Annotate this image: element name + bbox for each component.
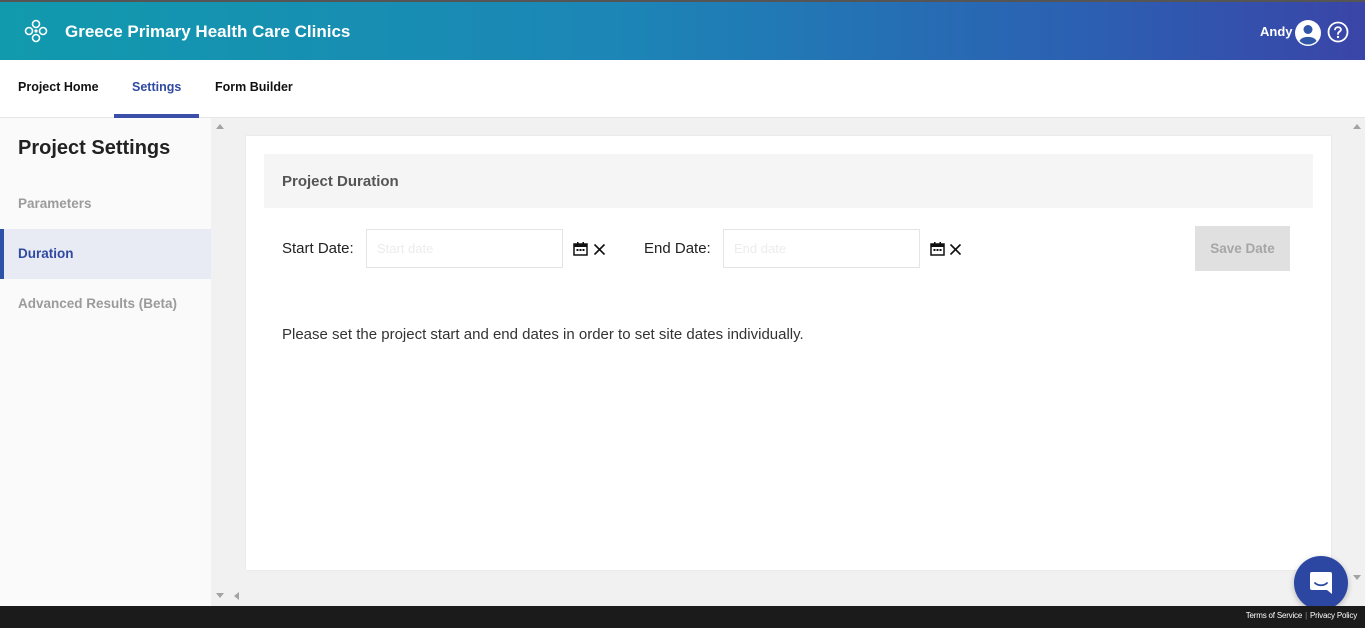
sidebar-title: Project Settings: [18, 137, 171, 159]
chat-button[interactable]: [1294, 556, 1348, 610]
user-avatar-icon[interactable]: [1294, 19, 1322, 47]
sidebar-item-parameters[interactable]: Parameters: [0, 179, 211, 229]
tab-settings[interactable]: Settings: [113, 60, 200, 118]
tab-form-builder[interactable]: Form Builder: [215, 60, 293, 118]
save-date-button[interactable]: Save Date: [1195, 226, 1290, 271]
privacy-link[interactable]: Privacy Policy: [1310, 611, 1357, 620]
settings-sidebar: Project Settings Parameters Duration Adv…: [0, 118, 211, 606]
clear-icon[interactable]: [593, 243, 606, 256]
end-date-input[interactable]: [723, 229, 920, 268]
user-name[interactable]: Andy: [1260, 24, 1293, 39]
horizontal-scrollbar[interactable]: [228, 588, 1348, 605]
terms-link[interactable]: Terms of Service: [1246, 611, 1303, 620]
sidebar-item-advanced-results[interactable]: Advanced Results (Beta): [0, 279, 211, 329]
project-duration-card: Project Duration Start Date: End Date: S…: [246, 136, 1331, 570]
app-title: Greece Primary Health Care Clinics: [65, 22, 351, 41]
sidebar-scrollbar[interactable]: [211, 118, 228, 606]
app-header: Greece Primary Health Care Clinics Andy: [0, 0, 1365, 60]
calendar-icon[interactable]: [573, 242, 588, 256]
card-header: Project Duration: [264, 154, 1313, 208]
logo-icon[interactable]: [22, 17, 50, 45]
calendar-icon[interactable]: [930, 242, 945, 256]
info-message: Please set the project start and end dat…: [282, 326, 804, 343]
help-icon[interactable]: [1327, 21, 1349, 43]
scroll-left-arrow-icon[interactable]: [234, 592, 239, 600]
scroll-up-arrow-icon[interactable]: [216, 124, 224, 129]
footer-links: Terms of Service | Privacy Policy: [1245, 611, 1357, 620]
footer: Terms of Service | Privacy Policy: [0, 606, 1365, 628]
section-title: Project Duration: [282, 173, 399, 190]
end-date-label: End Date:: [644, 240, 711, 257]
start-date-label: Start Date:: [282, 240, 354, 257]
top-nav-tabs: Project Home Settings Form Builder: [0, 60, 1365, 118]
chat-icon: [1310, 572, 1332, 594]
content-scrollbar[interactable]: [1348, 118, 1365, 588]
scroll-down-arrow-icon[interactable]: [216, 593, 224, 598]
sidebar-item-duration[interactable]: Duration: [0, 229, 211, 279]
start-date-input[interactable]: [366, 229, 563, 268]
scroll-down-arrow-icon[interactable]: [1353, 575, 1361, 580]
tab-project-home[interactable]: Project Home: [18, 60, 99, 118]
clear-icon[interactable]: [949, 243, 962, 256]
scroll-up-arrow-icon[interactable]: [1353, 124, 1361, 129]
